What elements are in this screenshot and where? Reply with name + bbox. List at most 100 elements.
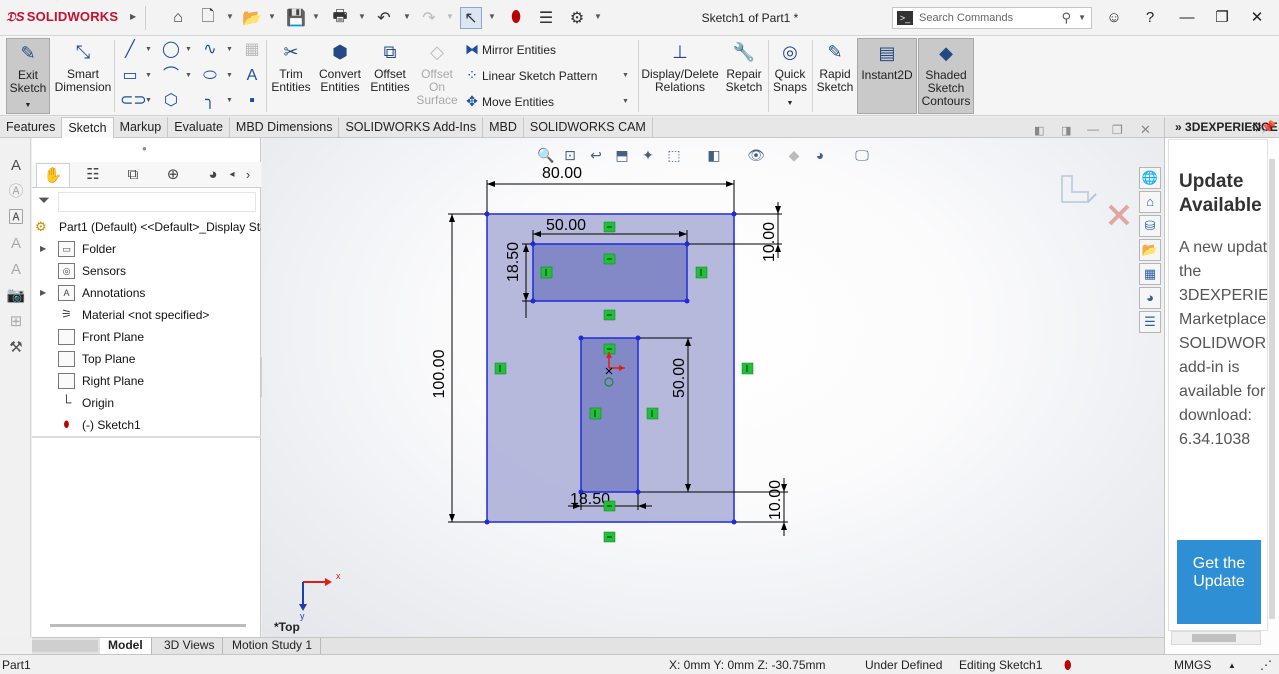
rectangle-caret-icon[interactable]: ▼ (145, 72, 152, 79)
rebuild-traffic-light-icon[interactable]: ⬮ (505, 7, 527, 29)
circle-icon[interactable]: ◯ (161, 40, 181, 60)
tree-item-material[interactable]: ⚞ Material <not specified> (32, 304, 261, 326)
convert-entities-button[interactable]: ⬢ Convert Entities (316, 38, 364, 114)
viewport-next-icon[interactable]: ◨ (1061, 124, 1071, 137)
rebuild-indicator-icon[interactable]: ⬮ (1064, 658, 1072, 673)
display-delete-relations-button[interactable]: ⊥ Display/Delete Relations (641, 38, 719, 114)
sketch-text-icon[interactable]: Ⓐ (6, 182, 26, 202)
logo-menu-caret-icon[interactable]: ▶ (130, 12, 136, 21)
point-icon[interactable]: ▪ (242, 91, 262, 111)
cancel-sketch-icon[interactable] (1108, 204, 1130, 226)
dim-outer-width[interactable]: 80.00 (542, 165, 582, 182)
select-arrow-icon[interactable]: ↖ (460, 7, 482, 29)
note-icon[interactable]: 🄰 (6, 208, 26, 228)
design-library-icon[interactable]: ⛁ (1139, 215, 1161, 237)
tab-scroll-buttons[interactable] (32, 640, 98, 652)
exit-sketch-caret-icon[interactable]: ▼ (7, 99, 49, 112)
tab-3d-views[interactable]: 3D Views (156, 638, 224, 654)
options-caret-icon[interactable]: ▼ (594, 12, 602, 21)
smart-dimension-button[interactable]: ⤡ Smart Dimension (54, 38, 112, 114)
plane-icon[interactable]: ▦ (242, 40, 262, 60)
solidworks-resources-home-icon[interactable]: ⌂ (1139, 191, 1161, 213)
slot-caret-icon[interactable]: ▼ (145, 97, 152, 104)
dimxpert-tab-icon[interactable]: ⊕ (156, 163, 190, 187)
tree-item-sensors[interactable]: ◎ Sensors (32, 260, 261, 282)
camera-icon[interactable]: 📷 (6, 286, 26, 306)
trim-entities-button[interactable]: ✂ Trim Entities (270, 38, 312, 114)
viewport-prev-icon[interactable]: ◧ (1034, 124, 1044, 137)
undo-caret-icon[interactable]: ▼ (403, 12, 411, 21)
tabs-scroll-left-icon[interactable]: ◂ (225, 163, 239, 187)
unit-system-selector[interactable]: MMGS (1174, 658, 1211, 672)
repair-sketch-button[interactable]: 🔧 Repair Sketch (723, 38, 765, 114)
file-explorer-icon[interactable]: 📂 (1139, 239, 1161, 261)
close-icon[interactable]: ✕ (1244, 6, 1270, 30)
line-icon[interactable]: ╱ (120, 40, 140, 60)
graphics-area[interactable]: 🔍 ⊡ ↩ ⬒ ✦ ⬚ ◧ 👁 ◆ ◕ 🖵 ◧ (262, 138, 1164, 637)
configuration-manager-tab-icon[interactable]: ⧉ (116, 163, 150, 187)
grid-icon[interactable]: ⊞ (6, 312, 26, 332)
tab-markup[interactable]: Markup (114, 117, 169, 138)
exit-sketch-button[interactable]: ✎ Exit Sketch ▼ (6, 38, 50, 114)
annotation-text-icon[interactable]: A (6, 156, 26, 176)
user-account-icon[interactable]: ☺ (1101, 6, 1127, 30)
dim-stem-height[interactable]: 50.00 (671, 358, 688, 398)
sketch-canvas[interactable]: 80.00 100.00 50.00 18.50 10.00 50.00 18.… (262, 138, 1164, 637)
quick-snaps-caret-icon[interactable]: ▼ (771, 97, 809, 110)
get-the-update-button[interactable]: Get the Update (1177, 540, 1261, 624)
home-icon[interactable]: ⌂ (167, 7, 189, 29)
instant2d-button[interactable]: ▤ Instant2D (857, 38, 917, 114)
tree-item-annotations[interactable]: ▶ A Annotations (32, 282, 261, 304)
task-pane-horizontal-scrollbar[interactable] (1171, 631, 1261, 645)
slot-icon[interactable]: ⊂⊃ (120, 91, 147, 111)
dim-slot-height[interactable]: 18.50 (505, 242, 522, 282)
tools-icon[interactable]: ⚒ (6, 338, 26, 358)
tree-item-sketch1[interactable]: ⬮ (-) Sketch1 (32, 414, 261, 436)
new-document-icon[interactable]: 🗋 (197, 7, 219, 29)
task-pane-vertical-scrollbar[interactable] (1267, 139, 1277, 629)
appearances-icon[interactable]: ◕ (1139, 287, 1161, 309)
spline-icon[interactable]: ∿ (200, 40, 220, 60)
open-caret-icon[interactable]: ▼ (268, 12, 276, 21)
filter-input[interactable] (58, 192, 256, 212)
expand-arrow-icon[interactable]: ▶ (40, 238, 46, 260)
panel-grip-icon[interactable]: ● (142, 144, 147, 153)
offset-on-surface-button[interactable]: ◇ Offset On Surface (416, 38, 458, 114)
new-caret-icon[interactable]: ▼ (226, 12, 234, 21)
feature-tree-tab-icon[interactable]: ✋ (36, 163, 70, 187)
task-pane-pin-icon[interactable]: 📌 (1261, 117, 1276, 137)
minimize-icon[interactable]: — (1174, 6, 1200, 30)
move-caret-icon[interactable]: ▼ (622, 98, 629, 105)
view-palette-icon[interactable]: ▦ (1139, 263, 1161, 285)
quick-snaps-button[interactable]: ◎ Quick Snaps ▼ (771, 38, 809, 114)
3dexperience-tab-icon[interactable]: 🌐 (1139, 167, 1161, 189)
save-icon[interactable]: 💾 (285, 7, 307, 29)
open-folder-icon[interactable]: 📂 (241, 7, 263, 29)
select-caret-icon[interactable]: ▼ (488, 12, 496, 21)
filter-icon[interactable]: ⏷ (38, 192, 50, 209)
tab-mbd-dimensions[interactable]: MBD Dimensions (230, 117, 340, 138)
tab-evaluate[interactable]: Evaluate (168, 117, 230, 138)
print-icon[interactable]: 🖶 (329, 7, 351, 29)
rectangle-icon[interactable]: ▭ (120, 66, 140, 86)
save-caret-icon[interactable]: ▼ (312, 12, 320, 21)
tab-features[interactable]: Features (0, 117, 63, 138)
tree-item-front-plane[interactable]: Front Plane (32, 326, 261, 348)
tab-sketch[interactable]: Sketch (62, 117, 114, 138)
arc-icon[interactable]: ⌒ (161, 66, 181, 86)
property-manager-tab-icon[interactable]: ☷ (76, 163, 110, 187)
task-pane-collapse-icon[interactable]: » (1175, 120, 1182, 134)
viewport-restore-icon[interactable]: ❐ (1112, 123, 1123, 137)
undo-icon[interactable]: ↶ (373, 7, 395, 29)
spline-caret-icon[interactable]: ▼ (226, 46, 233, 53)
shaded-sketch-contours-button[interactable]: ◆ Shaded Sketch Contours (918, 38, 974, 114)
print-caret-icon[interactable]: ▼ (358, 12, 366, 21)
redo-caret-icon[interactable]: ▼ (446, 12, 454, 21)
polygon-icon[interactable]: ⬡ (161, 91, 181, 111)
line-caret-icon[interactable]: ▼ (145, 46, 152, 53)
mirror-entities-button[interactable]: ⧓ Mirror Entities (462, 38, 556, 60)
dim-slot-width[interactable]: 50.00 (546, 217, 586, 234)
tree-item-folder[interactable]: ▶ ▭ Folder (32, 238, 261, 260)
dim-outer-height[interactable]: 100.00 (431, 349, 448, 398)
tree-item-right-plane[interactable]: Right Plane (32, 370, 261, 392)
